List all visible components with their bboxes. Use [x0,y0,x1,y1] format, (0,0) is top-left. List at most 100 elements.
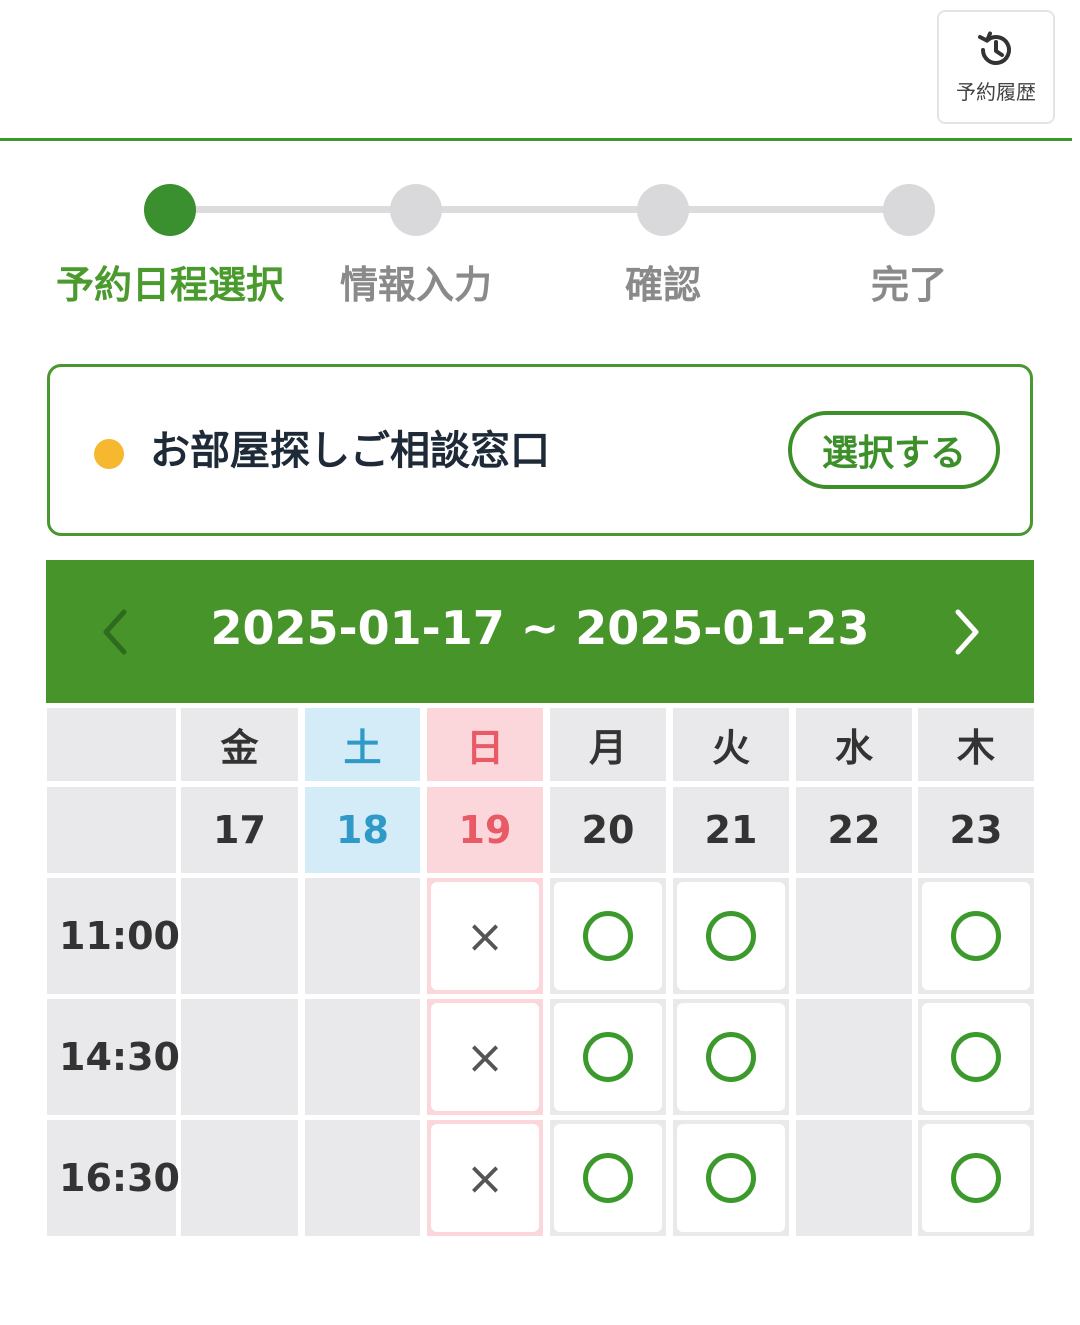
slot-closed-box: × [431,1124,539,1232]
slot-available[interactable] [673,878,789,994]
slot-closed-box: × [431,882,539,990]
history-icon [978,31,1011,65]
slot-available[interactable] [673,999,789,1115]
time-label: 11:00 [59,914,180,958]
step-dot-1 [144,184,196,236]
slot-available-button[interactable] [677,1003,785,1111]
slot-unavailable [181,999,298,1115]
select-button[interactable]: 選択する [788,411,1000,489]
step-dot-2 [390,184,442,236]
circle-icon [951,1153,1001,1203]
slot-unavailable [181,878,298,994]
weekday-header: 水 [796,708,912,781]
time-label-cell: 14:30 [47,999,180,1115]
slot-available-button[interactable] [554,1003,662,1111]
slot-unavailable [796,878,912,994]
date-label: 18 [336,808,389,852]
circle-icon [706,1153,756,1203]
slot-available-button[interactable] [922,882,1030,990]
slot-available-button[interactable] [554,1124,662,1232]
slot-unavailable [305,878,420,994]
weekday-label: 水 [834,726,873,770]
step-dot-3 [637,184,689,236]
grid-corner [47,787,176,873]
weekday-label: 木 [956,726,995,770]
time-label: 16:30 [59,1156,180,1200]
date-label: 21 [704,808,758,852]
circle-icon [583,1153,633,1203]
weekday-label: 火 [711,726,750,770]
date-header: 18 [305,787,420,873]
slot-available[interactable] [550,999,666,1115]
weekday-header: 火 [673,708,789,781]
date-header: 23 [918,787,1034,873]
history-button[interactable]: 予約履歴 [937,10,1055,124]
calendar-header: 2025-01-17 ~ 2025-01-23 [46,560,1034,703]
date-range: 2025-01-17 ~ 2025-01-23 [210,601,870,655]
cross-icon: × [465,909,505,963]
history-label: 予約履歴 [956,80,1036,104]
slot-unavailable [796,1120,912,1236]
step-dot-4 [883,184,935,236]
weekday-label: 土 [343,726,382,770]
slot-available-button[interactable] [922,1124,1030,1232]
date-header: 19 [427,787,543,873]
chevron-right-icon[interactable] [944,604,992,660]
time-label-cell: 16:30 [47,1120,180,1236]
consultation-title: お部屋探しご相談窓口 [150,428,550,474]
slot-unavailable [796,999,912,1115]
date-label: 19 [458,808,512,852]
status-dot [94,439,124,469]
time-label-cell: 11:00 [47,878,180,994]
slot-available[interactable] [918,1120,1034,1236]
slot-available[interactable] [918,999,1034,1115]
weekday-header: 木 [918,708,1034,781]
slot-closed: × [427,999,543,1115]
slot-available[interactable] [550,878,666,994]
slot-closed-box: × [431,1003,539,1111]
date-label: 20 [581,808,635,852]
slot-available-button[interactable] [922,1003,1030,1111]
slot-closed: × [427,1120,543,1236]
slot-unavailable [181,1120,298,1236]
slot-available-button[interactable] [554,882,662,990]
date-header: 22 [796,787,912,873]
date-header: 21 [673,787,789,873]
weekday-header: 金 [181,708,298,781]
circle-icon [951,1032,1001,1082]
time-label: 14:30 [59,1035,180,1079]
slot-available-button[interactable] [677,882,785,990]
consultation-card: お部屋探しご相談窓口 選択する [47,364,1033,536]
step-label-confirm: 確認 [624,263,701,307]
circle-icon [706,911,756,961]
circle-icon [706,1032,756,1082]
slot-available[interactable] [918,878,1034,994]
slot-unavailable [305,1120,420,1236]
cross-icon: × [465,1151,505,1205]
circle-icon [583,1032,633,1082]
step-track [170,206,910,213]
slot-available[interactable] [550,1120,666,1236]
circle-icon [583,911,633,961]
slot-available[interactable] [673,1120,789,1236]
weekday-header: 土 [305,708,420,781]
weekday-header: 月 [550,708,666,781]
slot-available-button[interactable] [677,1124,785,1232]
step-label-complete: 完了 [870,263,947,307]
date-label: 22 [827,808,881,852]
date-header: 20 [550,787,666,873]
circle-icon [951,911,1001,961]
header-divider [0,138,1072,141]
weekday-label: 日 [465,726,504,770]
slot-closed: × [427,878,543,994]
grid-corner [47,708,176,781]
step-label-schedule: 予約日程選択 [55,263,284,307]
slot-unavailable [305,999,420,1115]
date-label: 17 [213,808,266,852]
date-label: 23 [949,808,1003,852]
weekday-header: 日 [427,708,543,781]
cross-icon: × [465,1030,505,1084]
step-label-info: 情報入力 [339,263,492,307]
weekday-label: 月 [588,726,627,770]
weekday-label: 金 [220,726,259,770]
